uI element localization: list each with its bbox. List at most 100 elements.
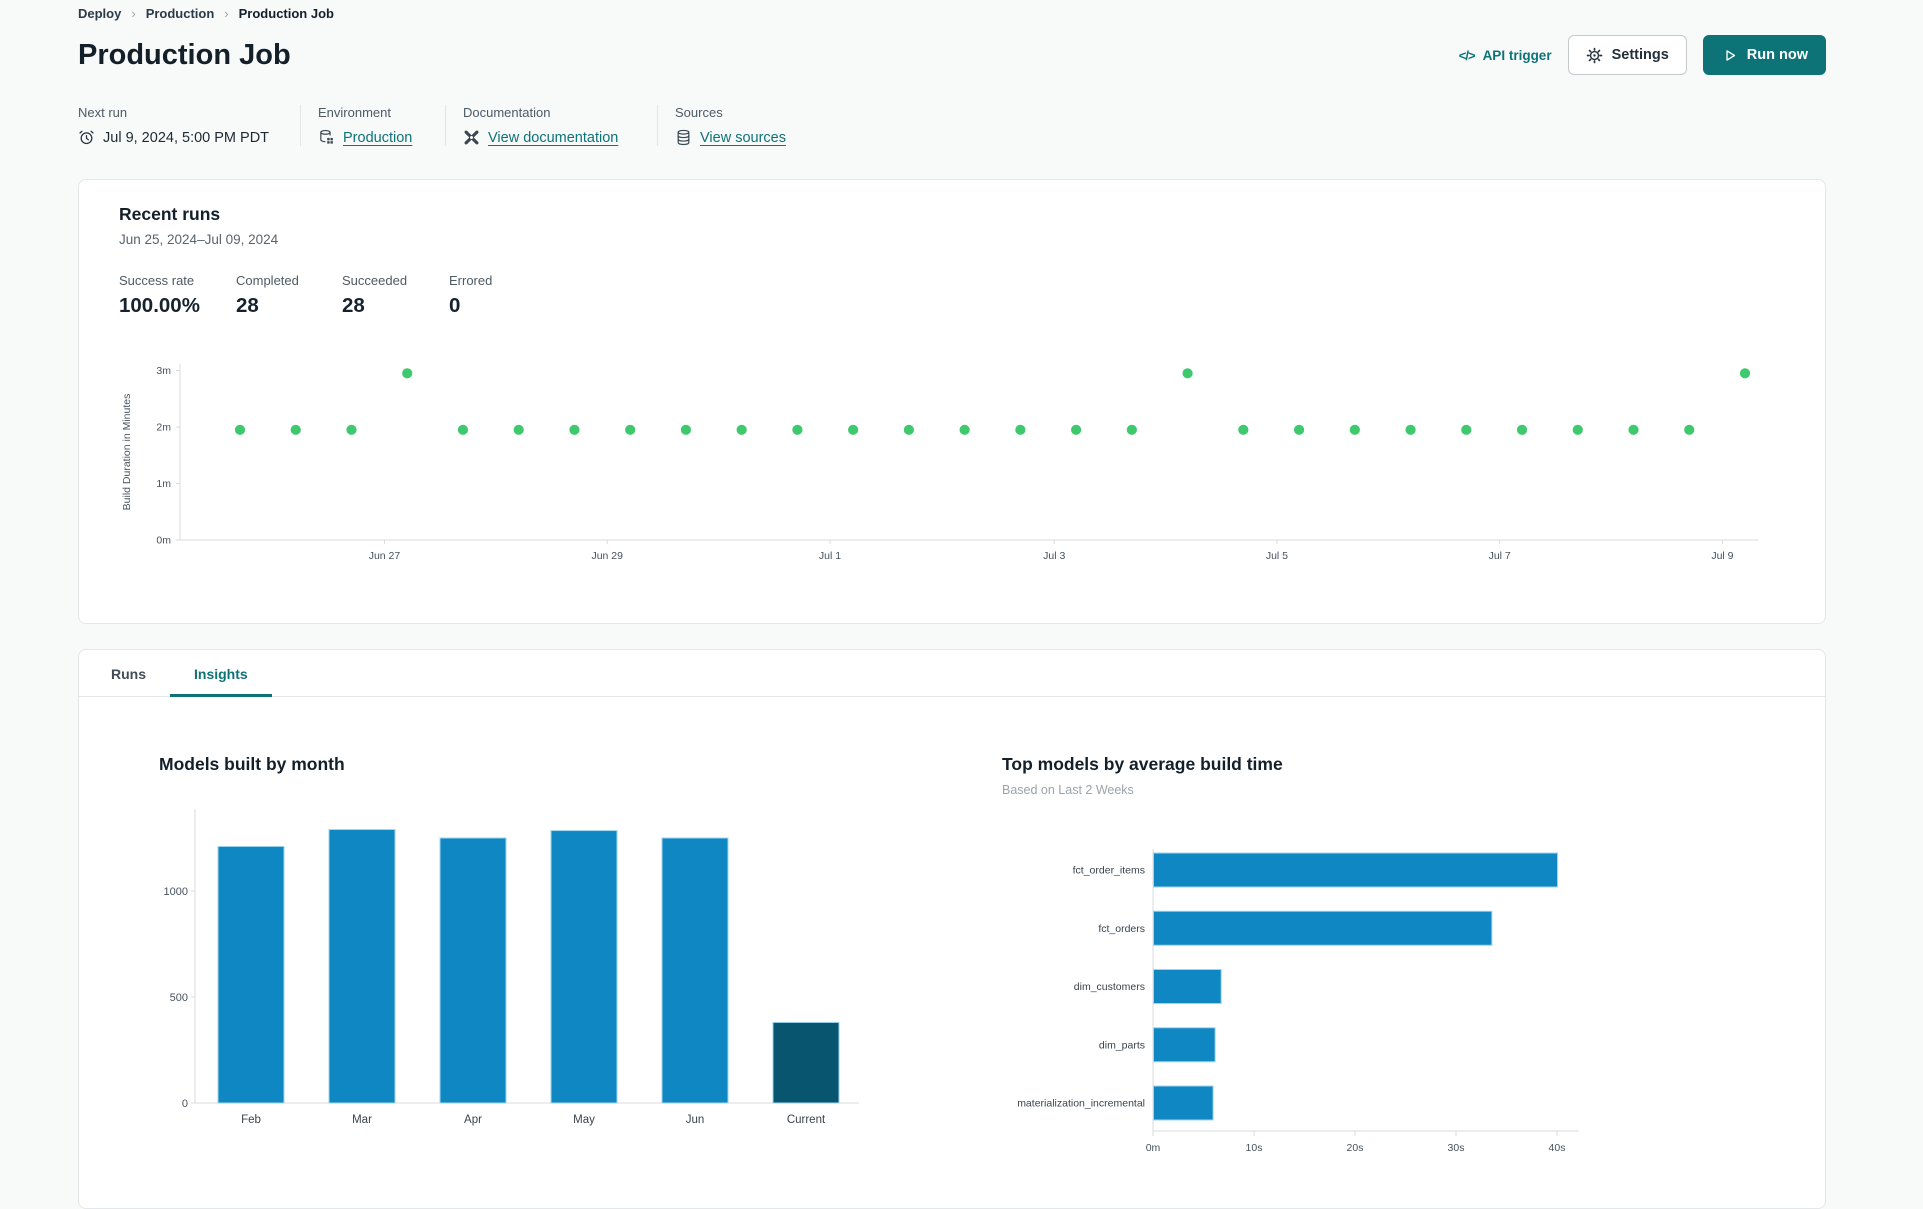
- breadcrumb-separator-icon: ›: [131, 6, 136, 21]
- model-build-time-bar[interactable]: [1153, 1027, 1216, 1063]
- run-dot[interactable]: [234, 424, 246, 435]
- stat-success-rate: Success rate 100.00%: [119, 273, 200, 317]
- month-bar[interactable]: [550, 830, 618, 1104]
- code-icon: </>: [1458, 47, 1476, 63]
- build-duration-chart-svg: Build Duration in Minutes 0m 1m 2m 3m Jun 27 J…: [121, 364, 1759, 562]
- breadcrumb-separator-icon: ›: [224, 6, 229, 21]
- api-trigger-link[interactable]: </> API trigger: [1459, 48, 1552, 63]
- model-build-time-bar[interactable]: [1153, 969, 1222, 1004]
- month-bar[interactable]: [217, 845, 285, 1104]
- run-dot[interactable]: [1349, 424, 1360, 435]
- job-detail-card: Runs Insights Models built by month 0 500…: [78, 649, 1826, 1209]
- breadcrumb-production-job: Production Job: [238, 6, 334, 21]
- run-dot[interactable]: [1628, 424, 1639, 435]
- breadcrumb: Deploy › Production › Production Job: [78, 0, 1826, 21]
- recent-runs-card: Recent runs Jun 25, 2024–Jul 09, 2024 Su…: [78, 179, 1826, 624]
- model-build-time-bar[interactable]: [1153, 1085, 1214, 1121]
- run-dot[interactable]: [1293, 424, 1305, 435]
- job-meta-row: Next run Jul 9, 2024, 5:00 PM PDT Enviro…: [78, 105, 1826, 146]
- tab-insights[interactable]: Insights: [170, 650, 272, 697]
- scatter-y-tick-label: 0m: [156, 535, 171, 547]
- build-time-section: Top models by average build time Based o…: [1002, 754, 1825, 1163]
- bar-x-tick-label: Jun: [686, 1114, 705, 1126]
- meta-sources: Sources View sources: [657, 105, 812, 146]
- run-dot[interactable]: [848, 424, 859, 435]
- scatter-x-tick-label: Jul 5: [1266, 550, 1288, 562]
- hbar-category-label: dim_customers: [1074, 981, 1145, 993]
- run-dot[interactable]: [1739, 368, 1751, 379]
- hbar-x-tick-label: 10s: [1246, 1142, 1263, 1154]
- view-sources-link[interactable]: View sources: [700, 130, 786, 146]
- month-bar[interactable]: [328, 829, 396, 1104]
- run-dot[interactable]: [569, 424, 580, 435]
- run-now-button[interactable]: Run now: [1702, 35, 1826, 75]
- bar-x-tick-label: May: [573, 1114, 595, 1126]
- bar-x-tick-label: Current: [787, 1114, 826, 1126]
- scatter-x-tick-label: Jul 1: [819, 550, 841, 562]
- stat-succeeded: Succeeded 28: [342, 273, 408, 317]
- run-dot[interactable]: [1071, 424, 1082, 435]
- run-dot[interactable]: [959, 424, 970, 435]
- environment-link[interactable]: Production: [343, 130, 412, 146]
- run-dot[interactable]: [290, 424, 301, 435]
- run-dot[interactable]: [1684, 424, 1695, 435]
- run-dot[interactable]: [1238, 424, 1249, 435]
- run-dot[interactable]: [680, 424, 692, 435]
- insights-panel: Models built by month 0 500 1000 Feb Mar Apr M…: [79, 697, 1825, 1163]
- bar-y-tick-label: 0: [182, 1098, 188, 1110]
- build-time-chart-svg: 0m 10s 20s 30s 40s fct_order_items fct_ordersd…: [1017, 849, 1579, 1154]
- bar-y-tick-label: 1000: [164, 886, 188, 898]
- month-bar[interactable]: [661, 837, 729, 1104]
- page-title: Production Job: [78, 38, 291, 71]
- breadcrumb-production[interactable]: Production: [146, 6, 215, 21]
- scatter-x-tick-label: Jun 27: [369, 550, 401, 562]
- run-dot[interactable]: [1015, 424, 1026, 435]
- scatter-x-tick-label: Jul 9: [1711, 550, 1733, 562]
- next-run-label: Next run: [78, 105, 128, 120]
- models-built-section: Models built by month 0 500 1000 Feb Mar Apr M…: [159, 754, 922, 1163]
- view-documentation-link[interactable]: View documentation: [488, 130, 618, 146]
- tab-runs[interactable]: Runs: [87, 650, 170, 697]
- run-dot[interactable]: [1461, 424, 1472, 435]
- bar-x-tick-label: Mar: [352, 1114, 372, 1126]
- month-bar[interactable]: [439, 837, 507, 1104]
- run-dot[interactable]: [1405, 424, 1416, 435]
- documentation-label: Documentation: [463, 105, 551, 120]
- stat-errored: Errored 0: [449, 273, 493, 317]
- hbar-x-tick-label: 0m: [1146, 1142, 1161, 1154]
- run-dot[interactable]: [1572, 424, 1583, 435]
- run-dot[interactable]: [903, 424, 914, 435]
- hbar-category-label: fct_order_items: [1073, 865, 1145, 877]
- run-dot[interactable]: [513, 424, 524, 435]
- run-dot[interactable]: [346, 424, 357, 435]
- meta-next-run: Next run Jul 9, 2024, 5:00 PM PDT: [78, 105, 300, 146]
- run-dot[interactable]: [1126, 424, 1137, 435]
- build-time-chart: 0m 10s 20s 30s 40s fct_order_items fct_orders d…: [1002, 841, 1825, 1163]
- run-dot[interactable]: [792, 424, 803, 435]
- model-build-time-bar[interactable]: [1153, 852, 1558, 888]
- models-built-chart-svg: 0 500 1000 Feb Mar Apr May Jun Current: [164, 809, 859, 1126]
- api-trigger-label: API trigger: [1482, 47, 1552, 63]
- scatter-x-tick-label: Jun 29: [591, 550, 623, 562]
- models-built-title: Models built by month: [159, 754, 345, 774]
- hbar-x-tick-label: 20s: [1347, 1142, 1364, 1154]
- run-dot[interactable]: [1182, 368, 1193, 379]
- hbar-category-label: dim_parts: [1099, 1039, 1145, 1051]
- tab-bar: Runs Insights: [79, 650, 1825, 697]
- model-build-time-bar[interactable]: [1153, 910, 1493, 946]
- month-bar[interactable]: [772, 1021, 840, 1104]
- settings-button[interactable]: Settings: [1567, 35, 1687, 75]
- run-dot[interactable]: [625, 424, 636, 435]
- environment-label: Environment: [318, 105, 391, 120]
- meta-environment: Environment Production: [300, 105, 445, 146]
- run-dot[interactable]: [402, 368, 413, 379]
- run-dot[interactable]: [1516, 424, 1528, 435]
- next-run-value: Jul 9, 2024, 5:00 PM PDT: [103, 129, 270, 146]
- gear-icon: [1586, 47, 1603, 64]
- bar-x-tick-label: Apr: [464, 1114, 482, 1126]
- scatter-x-tick-label: Jul 3: [1043, 550, 1065, 562]
- breadcrumb-deploy[interactable]: Deploy: [78, 6, 121, 21]
- run-dot[interactable]: [736, 424, 747, 435]
- dbt-logo-icon: [463, 129, 480, 146]
- run-dot[interactable]: [457, 424, 469, 435]
